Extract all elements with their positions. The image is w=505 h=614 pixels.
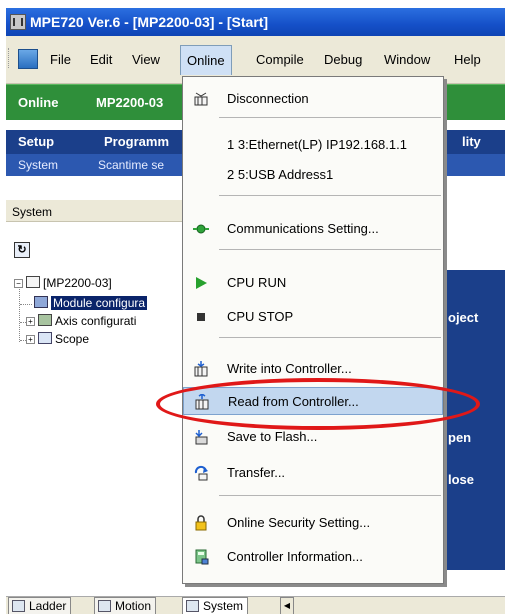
menu-item-cpu-run[interactable]: CPU RUN <box>183 269 443 297</box>
read-controller-icon <box>194 393 210 410</box>
menu-separator <box>219 249 441 250</box>
controller-icon <box>26 276 40 288</box>
tree-item-module-configuration[interactable]: Module configura <box>34 296 148 310</box>
subtab-system[interactable]: System <box>18 158 58 172</box>
menu-compile[interactable]: Compile <box>256 52 304 67</box>
controller-name: MP2200-03 <box>96 95 164 110</box>
menu-view[interactable]: View <box>132 52 160 67</box>
communications-icon <box>193 221 209 237</box>
expand-icon[interactable]: + <box>26 317 35 326</box>
menu-window[interactable]: Window <box>384 52 430 67</box>
disconnect-icon <box>193 91 209 107</box>
transfer-icon <box>193 465 209 481</box>
menu-item-read-from-controller[interactable]: Read from Controller... <box>183 387 443 415</box>
tree-line <box>20 304 32 305</box>
tree-item-scope[interactable]: + Scope <box>26 332 89 346</box>
menu-item-communications-setting[interactable]: Communications Setting... <box>183 215 443 243</box>
menu-edit[interactable]: Edit <box>90 52 112 67</box>
menu-separator <box>219 117 441 118</box>
tree-item-axis-configuration[interactable]: + Axis configurati <box>26 314 136 328</box>
menu-item-cpu-stop[interactable]: CPU STOP <box>183 303 443 331</box>
app-icon <box>10 14 26 30</box>
tab-utility[interactable]: lity <box>462 134 481 149</box>
bottom-tab-system[interactable]: System <box>182 597 249 614</box>
stop-icon <box>193 309 209 325</box>
toolbar-grip <box>8 48 11 68</box>
panel-header: System <box>6 200 186 222</box>
write-controller-icon <box>193 361 209 377</box>
start-project-link[interactable]: oject <box>448 310 478 325</box>
menu-help[interactable]: Help <box>454 52 481 67</box>
panel-toolbar: ↻ <box>6 240 186 262</box>
menu-item-disconnection[interactable]: Disconnection <box>183 85 443 113</box>
tab-programming[interactable]: Programm <box>104 134 169 149</box>
ladder-icon <box>12 600 25 612</box>
menu-item-transfer[interactable]: Transfer... <box>183 459 443 487</box>
bottom-tab-ladder[interactable]: Ladder <box>8 597 72 614</box>
expand-icon[interactable]: + <box>26 335 35 344</box>
refresh-icon[interactable]: ↻ <box>14 242 30 258</box>
system-icon <box>186 600 199 612</box>
system-tree: − [MP2200-03] Module configura + Axis conf… <box>6 262 186 582</box>
menu-separator <box>219 195 441 196</box>
online-menu: Disconnection 1 3:Ethernet(LP) IP192.168… <box>182 76 444 584</box>
tree-item-root[interactable]: − [MP2200-03] <box>14 276 112 290</box>
window-title: MPE720 Ver.6 - [MP2200-03] - [Start] <box>30 14 269 30</box>
menu-item-online-security-setting[interactable]: Online Security Setting... <box>183 509 443 537</box>
motion-icon <box>98 600 111 612</box>
menu-item-write-into-controller[interactable]: Write into Controller... <box>183 355 443 383</box>
menu-separator <box>219 495 441 496</box>
start-close-link[interactable]: lose <box>448 472 474 487</box>
tab-setup[interactable]: Setup <box>18 134 55 149</box>
bottom-tab-bar: Ladder Motion System ◀ <box>6 596 505 614</box>
bottom-tab-motion[interactable]: Motion <box>94 597 157 614</box>
axis-icon <box>38 314 52 326</box>
menu-separator <box>219 337 441 338</box>
menu-online[interactable]: Online <box>180 45 232 75</box>
play-icon <box>193 275 209 291</box>
menu-debug[interactable]: Debug <box>324 52 362 67</box>
module-icon <box>34 296 48 308</box>
scroll-left-icon[interactable]: ◀ <box>280 597 294 614</box>
menu-item-recent-ethernet[interactable]: 1 3:Ethernet(LP) IP192.168.1.1 <box>183 131 443 159</box>
lock-icon <box>193 515 209 531</box>
collapse-icon[interactable]: − <box>14 279 23 288</box>
online-status: Online <box>18 95 59 110</box>
controller-info-icon <box>193 549 209 565</box>
start-open-link[interactable]: pen <box>448 430 471 445</box>
save-flash-icon <box>193 429 209 445</box>
title-bar: MPE720 Ver.6 - [MP2200-03] - [Start] <box>6 8 505 36</box>
scope-icon <box>38 332 52 344</box>
menu-item-save-to-flash[interactable]: Save to Flash... <box>183 423 443 451</box>
menu-file[interactable]: File <box>50 52 71 67</box>
menu-item-recent-usb[interactable]: 2 5:USB Address1 <box>183 161 443 189</box>
start-panel: oject pen lose <box>440 270 505 570</box>
subtab-scantime[interactable]: Scantime se <box>98 158 164 172</box>
menu-item-controller-information[interactable]: Controller Information... <box>183 543 443 571</box>
menu-app-icon[interactable] <box>18 49 38 69</box>
